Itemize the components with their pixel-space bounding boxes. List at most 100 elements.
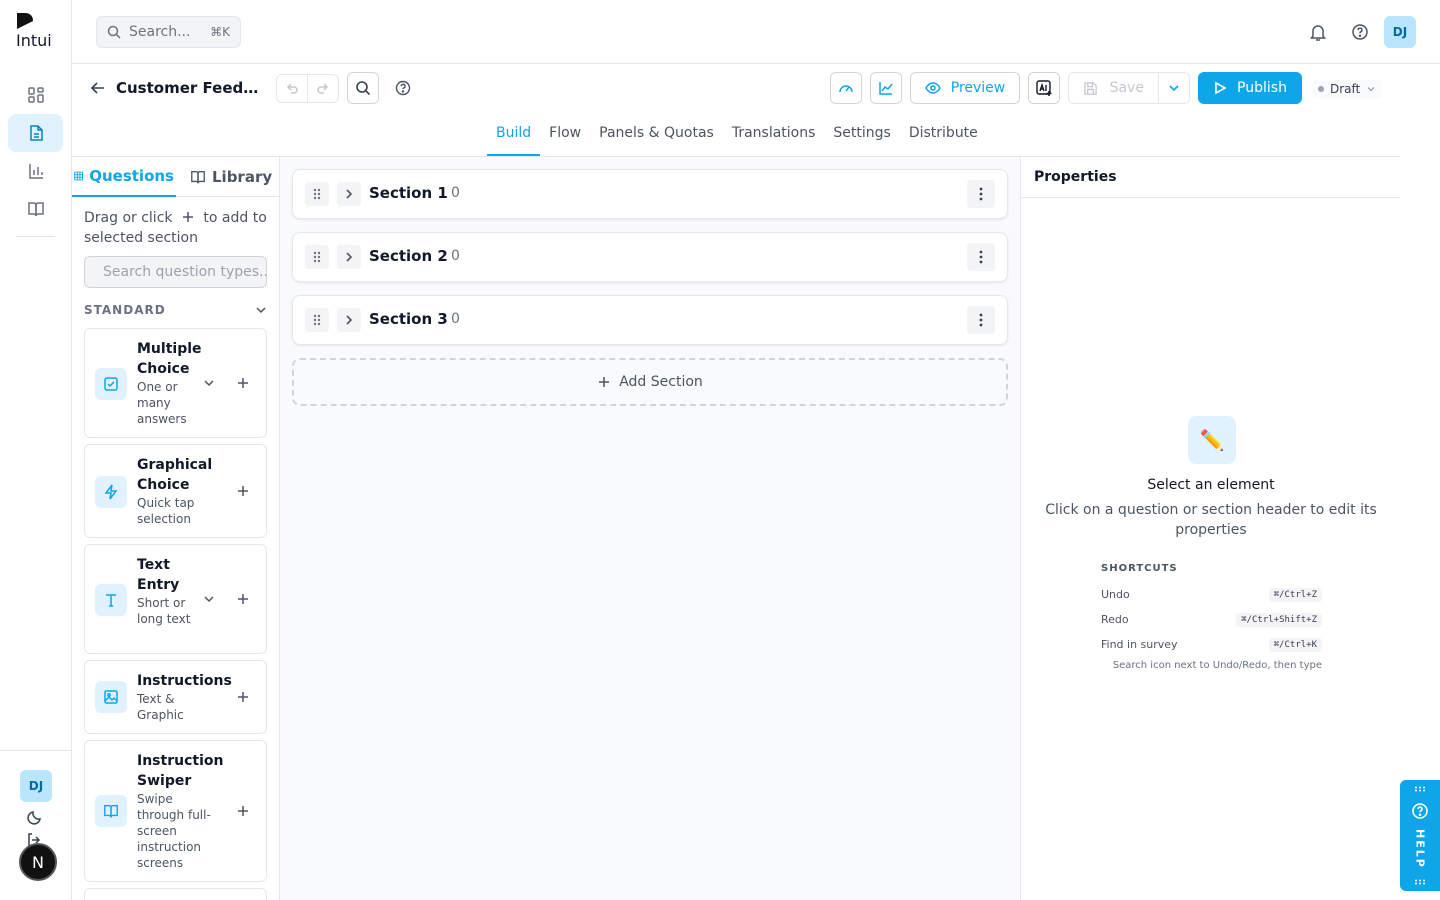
help-circle-icon: [1412, 802, 1428, 819]
more-vertical-icon: [979, 187, 983, 201]
section-header[interactable]: Section 3 0: [292, 295, 1008, 345]
save-options-button[interactable]: [1157, 73, 1189, 103]
redo-button[interactable]: [307, 75, 338, 102]
questions-panel: Questions Library Drag or click to add t…: [72, 157, 280, 900]
theme-toggle[interactable]: [26, 808, 44, 826]
nav-dashboard[interactable]: [8, 76, 63, 114]
question-type-card[interactable]: Instructions Text & Graphic: [84, 660, 267, 734]
questions-panel-tabs: Questions Library: [72, 157, 279, 197]
tab-build[interactable]: Build: [487, 112, 541, 156]
pencil-icon: ✏️: [1188, 416, 1236, 464]
add-question-button[interactable]: [236, 592, 250, 606]
help-tab[interactable]: HELP: [1400, 780, 1440, 891]
ai-assist-button[interactable]: [1028, 72, 1060, 104]
publish-button[interactable]: Publish: [1198, 72, 1302, 104]
preview-button[interactable]: Preview: [910, 72, 1020, 104]
tab-flow[interactable]: Flow: [540, 112, 590, 156]
shortcut-row: Find in survey ⌘/Ctrl+K: [1101, 632, 1322, 657]
question-type-title: Instruction Swiper: [137, 753, 224, 789]
section-header[interactable]: Section 1 0: [292, 169, 1008, 219]
grip-vertical-icon: [313, 251, 321, 263]
expand-section-button[interactable]: [337, 182, 361, 206]
survey-title[interactable]: Customer Feedback Survey: [116, 78, 266, 98]
bar-chart-icon: [28, 164, 43, 179]
question-type-search[interactable]: Search question types...: [84, 256, 267, 288]
undo-button[interactable]: [277, 75, 307, 102]
play-icon: [1215, 81, 1227, 95]
add-question-button[interactable]: [236, 376, 250, 390]
help-button[interactable]: [1351, 23, 1369, 41]
nav-library[interactable]: [8, 190, 63, 228]
help-circle-icon: [1352, 24, 1368, 40]
more-vertical-icon: [979, 313, 983, 327]
tab-panels-quotas[interactable]: Panels & Quotas: [590, 112, 723, 156]
tab-settings[interactable]: Settings: [824, 112, 899, 156]
question-type-card[interactable]: Text Entry Short or long text: [84, 544, 267, 654]
global-search-placeholder: Search...: [129, 24, 191, 40]
back-button[interactable]: [90, 80, 106, 96]
logo-mark-icon: [17, 13, 33, 29]
find-in-survey-button[interactable]: [347, 72, 379, 104]
nav-analytics[interactable]: [8, 152, 63, 190]
add-hint: Drag or click to add to selected section: [84, 208, 274, 248]
plus-icon: [238, 594, 248, 604]
shortcut-label: Undo: [1101, 588, 1130, 601]
properties-panel: Properties ✏️ Select an element Click on…: [1020, 157, 1401, 900]
question-type-title: Multiple Choice: [137, 341, 202, 377]
drag-handle[interactable]: [305, 182, 329, 206]
expand-section-button[interactable]: [337, 245, 361, 269]
section-name: Section 1: [369, 184, 448, 202]
tab-library[interactable]: Library: [188, 157, 274, 197]
search-icon: [107, 25, 121, 39]
results-button[interactable]: [870, 72, 902, 104]
expand-section-button[interactable]: [337, 308, 361, 332]
global-search[interactable]: Search... ⌘K: [96, 16, 241, 48]
section-question-count: 0: [451, 311, 460, 327]
survey-canvas: Section 1 0 Section 2 0 Section 3 0 Add …: [280, 157, 1020, 900]
tab-questions[interactable]: Questions: [72, 157, 176, 197]
save-button[interactable]: Save: [1069, 73, 1158, 103]
notifications-button[interactable]: [1308, 22, 1328, 42]
add-question-button[interactable]: [236, 484, 250, 498]
survey-help-button[interactable]: [395, 80, 411, 96]
drag-handle[interactable]: [305, 308, 329, 332]
plus-icon: [599, 377, 610, 387]
expand-variants-button[interactable]: [202, 376, 216, 390]
question-type-card[interactable]: Multiple Choice One or many answers: [84, 328, 267, 438]
section-question-count: 0: [451, 185, 460, 201]
section-menu-button[interactable]: [967, 306, 995, 334]
question-type-card[interactable]: Graphical Choice Quick tap selection: [84, 444, 267, 538]
question-type-card[interactable]: [84, 888, 267, 900]
user-avatar[interactable]: DJ: [20, 770, 52, 802]
help-tab-label: HELP: [1413, 829, 1427, 870]
nav-surveys[interactable]: [8, 114, 63, 152]
section-header[interactable]: Section 2 0: [292, 232, 1008, 282]
section-menu-button[interactable]: [967, 243, 995, 271]
chevron-down-icon: [204, 596, 214, 603]
arrow-left-icon: [90, 82, 104, 94]
top-bar: Search... ⌘K DJ: [72, 0, 1440, 64]
top-user-avatar[interactable]: DJ: [1384, 16, 1416, 48]
document-icon: [29, 125, 43, 141]
tab-distribute[interactable]: Distribute: [900, 112, 987, 156]
status-dropdown[interactable]: Draft: [1312, 80, 1383, 98]
drag-handle[interactable]: [305, 245, 329, 269]
question-type-card[interactable]: Instruction Swiper Swipe through full-sc…: [84, 740, 267, 882]
text-icon: [95, 584, 127, 616]
shortcut-row: Redo ⌘/Ctrl+Shift+Z: [1101, 607, 1322, 632]
performance-button[interactable]: [830, 72, 862, 104]
brand-logo[interactable]: Intui: [16, 12, 52, 50]
line-chart-icon: [879, 82, 893, 95]
preview-label: Preview: [950, 80, 1006, 96]
section-menu-button[interactable]: [967, 180, 995, 208]
add-question-button[interactable]: [236, 804, 250, 818]
add-section-button[interactable]: Add Section: [292, 358, 1008, 406]
standard-group-header[interactable]: STANDARD: [84, 303, 267, 317]
corner-badge[interactable]: N: [19, 843, 57, 881]
expand-variants-button[interactable]: [202, 592, 216, 606]
plus-icon: [238, 806, 248, 816]
add-question-button[interactable]: [236, 690, 250, 704]
tab-translations[interactable]: Translations: [723, 112, 825, 156]
plus-icon: [238, 486, 248, 496]
chevron-right-icon: [346, 315, 353, 325]
